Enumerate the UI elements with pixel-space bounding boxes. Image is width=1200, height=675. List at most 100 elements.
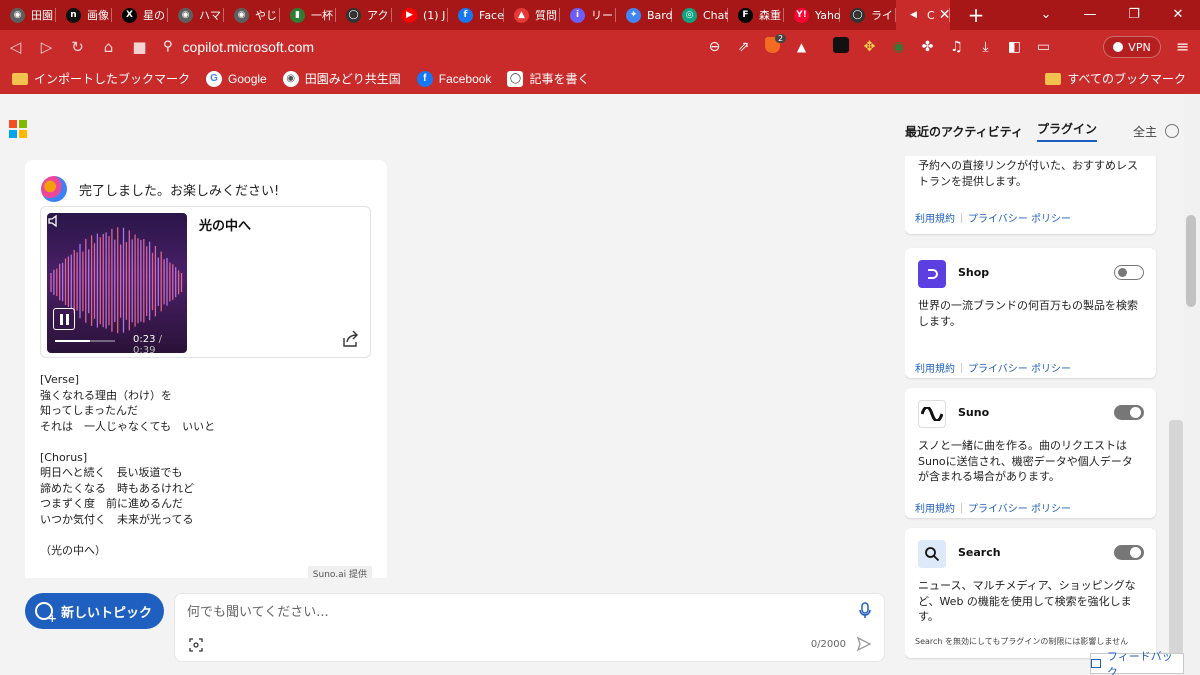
progress-bar[interactable] [55, 340, 115, 342]
extension-1-icon[interactable] [826, 36, 855, 57]
menu-icon[interactable]: ≡ [1176, 30, 1189, 63]
minimize-icon[interactable]: — [1068, 0, 1112, 30]
new-topic-button[interactable]: 新しいトピック [25, 593, 164, 629]
all-bookmarks[interactable]: すべてのブックマーク [1045, 63, 1186, 94]
browser-tab[interactable]: ◯ ライ [840, 0, 896, 30]
browser-tab[interactable]: ▶ (1) J [392, 0, 448, 30]
bookmark-imported[interactable]: インポートしたブックマーク [12, 70, 190, 87]
plugin-links: 利用規約 プライバシー ポリシー [915, 500, 1071, 515]
send-icon[interactable] [856, 636, 872, 652]
microsoft-logo-icon[interactable] [9, 120, 27, 138]
search-logo-icon [918, 540, 946, 568]
bookmark-google[interactable]: G Google [206, 70, 267, 87]
url-text[interactable]: copilot.microsoft.com [183, 39, 314, 55]
restore-icon[interactable]: ❐ [1112, 0, 1156, 30]
user-icon[interactable] [1165, 124, 1179, 138]
vpn-button[interactable]: VPN [1103, 36, 1161, 58]
tab-favicon-icon: ✦ [626, 7, 641, 23]
sidebar-icon[interactable]: ◧ [1000, 39, 1029, 55]
tab-favicon-icon: ◯ [346, 7, 361, 23]
plugin-description: 予約への直接リンクが付いた、おすすめレストランを提供します。 [918, 159, 1138, 188]
shop-toggle[interactable] [1114, 265, 1144, 280]
browser-tab[interactable]: ◯ アク [336, 0, 392, 30]
browser-tab[interactable]: ▲ 質問 [504, 0, 560, 30]
extension-3-icon[interactable]: ◉ [884, 39, 913, 55]
terms-link[interactable]: 利用規約 [915, 210, 955, 225]
new-tab-button[interactable]: + [964, 3, 988, 27]
zoom-icon[interactable]: ⊖ [700, 39, 729, 55]
share-icon[interactable] [340, 329, 360, 349]
lyric-line: （光の中へ） [40, 543, 106, 557]
bookmark-icon[interactable]: ■ [124, 38, 155, 56]
privacy-link[interactable]: プライバシー ポリシー [968, 500, 1071, 515]
media-icon[interactable]: ♫ [942, 39, 971, 55]
browser-tab[interactable]: ◉ やじ [224, 0, 280, 30]
site-info-icon[interactable]: ⚲ [163, 39, 173, 54]
tab-favicon-icon: f [458, 7, 473, 23]
suno-toggle[interactable] [1114, 405, 1144, 420]
browser-tab[interactable]: ◉ 田園 [0, 0, 56, 30]
lyric-line: 明日へと続く 長い坂道でも [40, 466, 183, 479]
page-scrollbar-track[interactable] [1184, 94, 1200, 675]
feedback-button[interactable]: フィードバック [1090, 650, 1184, 675]
pause-button[interactable] [53, 308, 75, 330]
tab-label: 田園 [31, 9, 53, 22]
browser-tab[interactable]: ✦ Bard [616, 0, 672, 30]
chat-input[interactable] [187, 602, 827, 622]
brave-shield-icon[interactable]: 2 [758, 33, 787, 57]
extension-2-icon[interactable]: ✥ [855, 39, 884, 55]
back-icon[interactable]: ◁ [0, 38, 31, 56]
terms-link[interactable]: 利用規約 [915, 360, 955, 375]
address-bar[interactable]: ⚲ copilot.microsoft.com [163, 30, 741, 63]
page-scrollbar-thumb[interactable] [1186, 215, 1196, 307]
plugin-name: Suno [958, 406, 990, 419]
share-page-icon[interactable]: ⇗ [729, 39, 758, 55]
rewards-icon[interactable]: ▲ [787, 40, 816, 54]
close-window-icon[interactable]: ✕ [1156, 0, 1200, 30]
browser-tab[interactable]: ◉ ハマ [168, 0, 224, 30]
tab-recent-activity[interactable]: 最近のアクティビティ [905, 123, 1023, 140]
browser-tab[interactable]: f Face [448, 0, 504, 30]
close-tab-icon[interactable]: ✕ [939, 7, 950, 23]
microphone-icon[interactable] [858, 602, 872, 620]
bookmark-label: Facebook [438, 71, 492, 86]
browser-tab[interactable]: ◀ C ✕ [896, 0, 950, 30]
download-icon[interactable]: ⤓ [971, 39, 1000, 55]
tab-favicon-icon: n [66, 7, 81, 23]
bookmark-facebook[interactable]: f Facebook [416, 70, 492, 87]
tab-label: 一杯 [311, 9, 333, 22]
home-icon[interactable]: ⌂ [93, 38, 124, 56]
browser-tab[interactable]: ▮ 一杯 [280, 0, 336, 30]
tab-plugins[interactable]: プラグイン [1036, 120, 1097, 142]
tab-favicon-icon: ▶ [402, 7, 417, 23]
panel-scrollbar-thumb[interactable] [1169, 420, 1183, 660]
plugin-links: 利用規約 プライバシー ポリシー [915, 360, 1071, 375]
wallet-icon[interactable]: ▭ [1029, 39, 1058, 55]
browser-tab[interactable]: ◎ Chat [672, 0, 728, 30]
account-name[interactable]: 全主 [1133, 123, 1157, 140]
facebook-icon: f [416, 70, 433, 87]
tab-favicon-icon: ▲ [514, 7, 529, 23]
browser-tab[interactable]: X 星の [112, 0, 168, 30]
browser-tab[interactable]: F 森重 [728, 0, 784, 30]
tab-bar: ◉田園n画像X星の◉ハマ◉やじ▮一杯◯アク▶(1) JfFace▲質問iリード✦… [0, 0, 1200, 30]
browser-tab[interactable]: Y! Yaho [784, 0, 840, 30]
volume-icon[interactable] [47, 213, 63, 229]
tab-label: 森重 [759, 9, 781, 22]
extensions-icon[interactable]: ✤ [913, 39, 942, 55]
forward-icon[interactable]: ▷ [31, 38, 62, 56]
tab-list-icon[interactable]: ⌄ [1024, 0, 1068, 30]
privacy-link[interactable]: プライバシー ポリシー [968, 210, 1071, 225]
image-input-icon[interactable] [189, 638, 203, 652]
browser-tab[interactable]: i リード [560, 0, 616, 30]
bookmark-denen[interactable]: ◉ 田園みどり共生国 [282, 70, 401, 87]
privacy-link[interactable]: プライバシー ポリシー [968, 360, 1071, 375]
tab-label: やじ [255, 9, 277, 22]
reload-icon[interactable]: ↻ [62, 38, 93, 56]
tab-label: リード [591, 9, 616, 22]
bookmark-write-article[interactable]: ◯ 記事を書く [507, 70, 589, 87]
browser-tab[interactable]: n 画像 [56, 0, 112, 30]
search-toggle[interactable] [1114, 545, 1144, 560]
terms-link[interactable]: 利用規約 [915, 500, 955, 515]
link-separator [961, 502, 962, 513]
